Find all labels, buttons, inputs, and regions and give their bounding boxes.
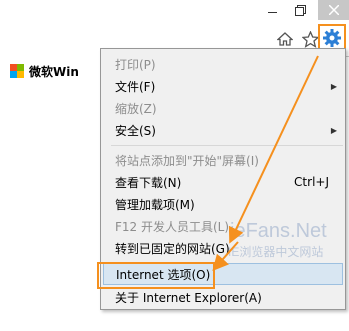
- tab-title: 微软Win: [29, 64, 79, 79]
- submenu-arrow-icon: ▶: [330, 125, 337, 135]
- submenu-arrow-icon: ▶: [330, 81, 337, 91]
- watermark-subtitle: IE浏览器中文网站: [228, 245, 324, 259]
- home-icon[interactable]: [274, 28, 296, 50]
- menu-item-zoom[interactable]: 缩放(Z): [103, 97, 343, 119]
- gear-icon: [323, 29, 341, 47]
- browser-tab[interactable]: 微软Win: [0, 56, 101, 86]
- menu-item-label: 打印(P): [115, 57, 156, 72]
- close-icon: [328, 5, 339, 15]
- minimize-icon: [267, 11, 277, 13]
- windows-logo-icon: [10, 64, 24, 78]
- close-button[interactable]: [318, 0, 349, 20]
- menu-item-shortcut: Ctrl+J: [294, 175, 329, 189]
- restore-button[interactable]: [286, 0, 314, 20]
- restore-icon: [294, 4, 306, 16]
- menu-item-print[interactable]: 打印(P): [103, 53, 343, 75]
- menu-item-label: 关于 Internet Explorer(A): [115, 290, 262, 305]
- menu-item-safety[interactable]: 安全(S) ▶: [103, 119, 343, 141]
- menu-item-label: 将站点添加到"开始"屏幕(I): [115, 153, 259, 168]
- minimize-button[interactable]: [258, 0, 286, 20]
- window-caption: [0, 0, 349, 22]
- menu-item-about-ie[interactable]: 关于 Internet Explorer(A): [103, 286, 343, 308]
- menu-separator: [111, 145, 343, 146]
- menu-item-file[interactable]: 文件(F) ▶: [103, 75, 343, 97]
- annotation-highlight-box: [97, 262, 215, 289]
- menu-item-label: 安全(S): [115, 123, 156, 138]
- menu-item-label: 文件(F): [115, 79, 156, 94]
- menu-item-manage-addons[interactable]: 管理加载项(M): [103, 193, 343, 215]
- menu-item-add-to-start[interactable]: 将站点添加到"开始"屏幕(I): [103, 149, 343, 171]
- menu-item-label: F12 开发人员工具(L): [115, 219, 230, 234]
- menu-item-label: 缩放(Z): [115, 101, 157, 116]
- menu-item-label: 转到已固定的网站(G): [115, 241, 230, 256]
- menu-item-label: 查看下载(N): [115, 175, 182, 190]
- menu-item-view-downloads[interactable]: 查看下载(N) Ctrl+J: [103, 171, 343, 193]
- watermark-site: ieFans.Net: [230, 220, 327, 242]
- menu-item-label: 管理加载项(M): [115, 197, 195, 212]
- page-content: [0, 86, 100, 331]
